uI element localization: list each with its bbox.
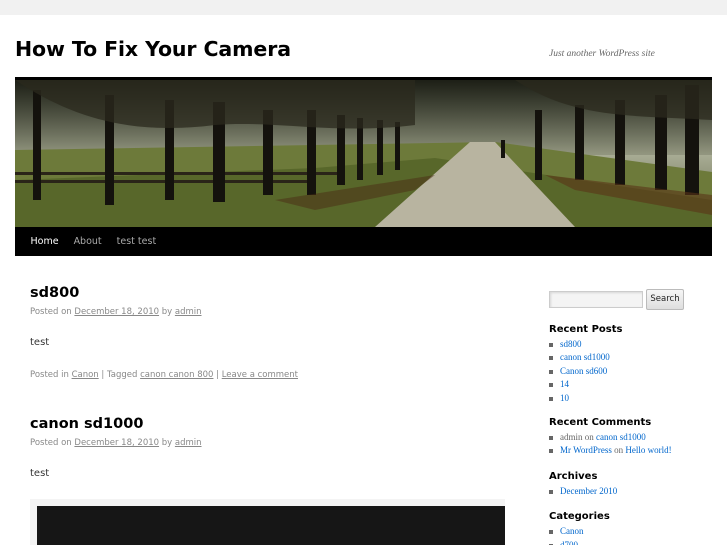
recent-post-link[interactable]: Canon sd600 [560,366,607,376]
list-item: December 2010 [549,485,714,498]
widget-title: Recent Comments [549,417,652,429]
post-utility: Posted in Canon | Tagged canon canon 800… [30,370,506,380]
post-image [30,499,505,545]
posted-in-label: Posted in [30,370,69,380]
post-canon-sd1000: canon sd1000 Posted on December 18, 2010… [30,416,506,479]
tags-link[interactable]: canon canon 800 [140,370,213,380]
list-item: Canon [549,525,714,538]
list-item: Canon sd600 [549,365,714,378]
list-item: 14 [549,378,714,391]
separator: | [216,370,220,380]
list-item: canon sd1000 [549,351,714,364]
post-photo [37,506,505,545]
nav-item-about[interactable]: About [66,227,109,256]
recent-post-link[interactable]: 14 [560,379,569,389]
list-item: Mr WordPress on Hello world! [549,444,714,457]
recent-post-link[interactable]: 10 [560,393,569,403]
comment-on-label: on [584,432,594,443]
list-item: admin on canon sd1000 [549,431,714,444]
by-label: by [161,307,173,317]
list-item: sd800 [549,338,714,351]
post-meta: Posted on December 18, 2010 by admin [30,438,506,448]
list-item: d700 [549,539,714,545]
search-button[interactable]: Search [646,289,684,310]
widget-title: Categories [549,511,610,523]
widget-title: Recent Posts [549,324,623,335]
primary-navigation: Home About test test [15,227,712,256]
list-item: 10 [549,392,714,405]
post-title[interactable]: sd800 [30,285,506,301]
posted-on-label: Posted on [30,438,72,448]
nav-item-test-test[interactable]: test test [109,227,164,256]
author-link[interactable]: admin [175,438,202,448]
recent-post-link[interactable]: sd800 [560,339,582,349]
post-meta: Posted on December 18, 2010 by admin [30,307,506,317]
site-description: Just another WordPress site [549,49,655,59]
categories-widget: Categories Canon d700 [549,511,714,545]
comment-author-link[interactable]: Mr WordPress [560,445,612,455]
post-sd800: sd800 Posted on December 18, 2010 by adm… [30,285,506,380]
nav-item-home[interactable]: Home [23,227,66,256]
tagged-label: | Tagged [101,370,138,380]
by-label: by [161,438,173,448]
post-title[interactable]: canon sd1000 [30,416,506,432]
recent-post-link[interactable]: canon sd1000 [560,352,610,362]
comment-post-link[interactable]: canon sd1000 [596,432,646,442]
post-content: test [30,337,50,348]
search-form: Search [549,289,714,310]
recent-posts-widget: Recent Posts sd800 canon sd1000 Canon sd… [549,324,714,405]
widget-title: Archives [549,470,598,482]
sidebar: Search Recent Posts sd800 canon sd1000 C… [549,289,714,545]
comment-post-link[interactable]: Hello world! [625,445,671,455]
archives-widget: Archives December 2010 [549,471,714,498]
comment-on-label: on [614,445,624,456]
header-image [15,80,712,227]
post-content: test [30,468,50,479]
comment-author: admin [560,432,583,443]
author-link[interactable]: admin [175,307,202,317]
archive-link[interactable]: December 2010 [560,486,617,496]
category-link[interactable]: Canon [72,370,99,380]
search-input[interactable] [549,291,643,308]
posted-on-label: Posted on [30,307,72,317]
category-link[interactable]: d700 [560,540,578,545]
category-link[interactable]: Canon [560,526,584,536]
page-wrapper: How To Fix Your Camera Just another Word… [0,15,727,545]
site-title[interactable]: How To Fix Your Camera [15,37,291,61]
recent-comments-widget: Recent Comments admin on canon sd1000 Mr… [549,417,714,458]
comment-link[interactable]: Leave a comment [222,370,298,380]
post-date-link[interactable]: December 18, 2010 [74,438,159,448]
post-date-link[interactable]: December 18, 2010 [74,307,159,317]
